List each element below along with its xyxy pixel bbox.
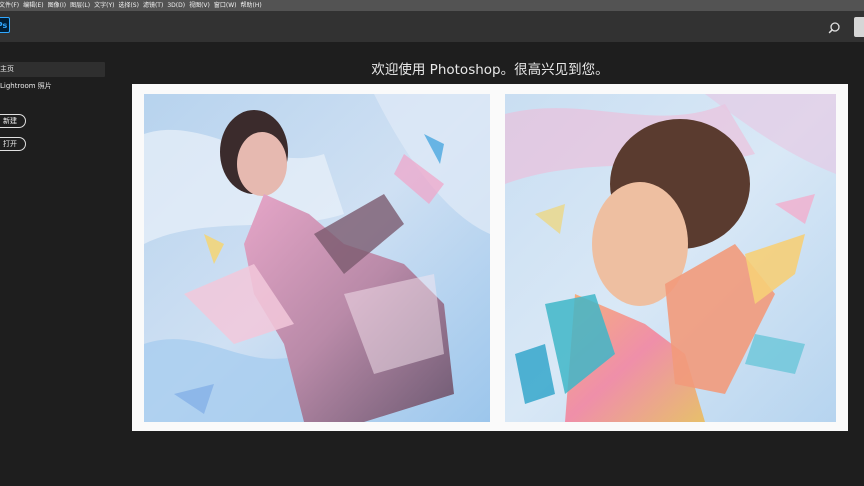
menu-view[interactable]: 视图(V) [187, 0, 212, 11]
menu-bar: 文件(F) 编辑(E) 图像(I) 图层(L) 文字(Y) 选择(S) 滤镜(T… [0, 0, 864, 11]
menu-select[interactable]: 选择(S) [116, 0, 141, 11]
search-button[interactable] [828, 20, 844, 36]
sidebar: 主页 Lightroom 照片 新建 打开 [0, 42, 110, 486]
menu-layer[interactable]: 图层(L) [68, 0, 92, 11]
new-button[interactable]: 新建 [0, 114, 26, 128]
sidebar-item-lightroom[interactable]: Lightroom 照片 [0, 79, 52, 94]
logo-text: Ps [0, 20, 8, 30]
menu-file[interactable]: 文件(F) [0, 0, 21, 11]
artwork-image-right [505, 94, 836, 422]
menu-type[interactable]: 文字(Y) [92, 0, 116, 11]
menu-window[interactable]: 窗口(W) [212, 0, 239, 11]
sidebar-item-label: 主页 [0, 65, 14, 73]
menu-filter[interactable]: 滤镜(T) [141, 0, 165, 11]
artwork-image-left [144, 94, 490, 422]
menu-help[interactable]: 帮助(H) [239, 0, 264, 11]
sidebar-item-label: Lightroom 照片 [0, 82, 52, 90]
open-button[interactable]: 打开 [0, 137, 26, 151]
menu-image[interactable]: 图像(I) [46, 0, 68, 11]
photoshop-logo[interactable]: Ps [0, 17, 10, 33]
welcome-banner[interactable] [132, 84, 848, 431]
welcome-heading: 欢迎使用 Photoshop。很高兴见到您。 [371, 62, 609, 78]
menu-3d[interactable]: 3D(D) [165, 0, 187, 11]
app-bar: Ps [0, 11, 864, 42]
account-avatar[interactable] [854, 17, 864, 37]
sidebar-item-home[interactable]: 主页 [0, 62, 105, 77]
search-icon [828, 22, 840, 34]
menu-edit[interactable]: 编辑(E) [21, 0, 45, 11]
